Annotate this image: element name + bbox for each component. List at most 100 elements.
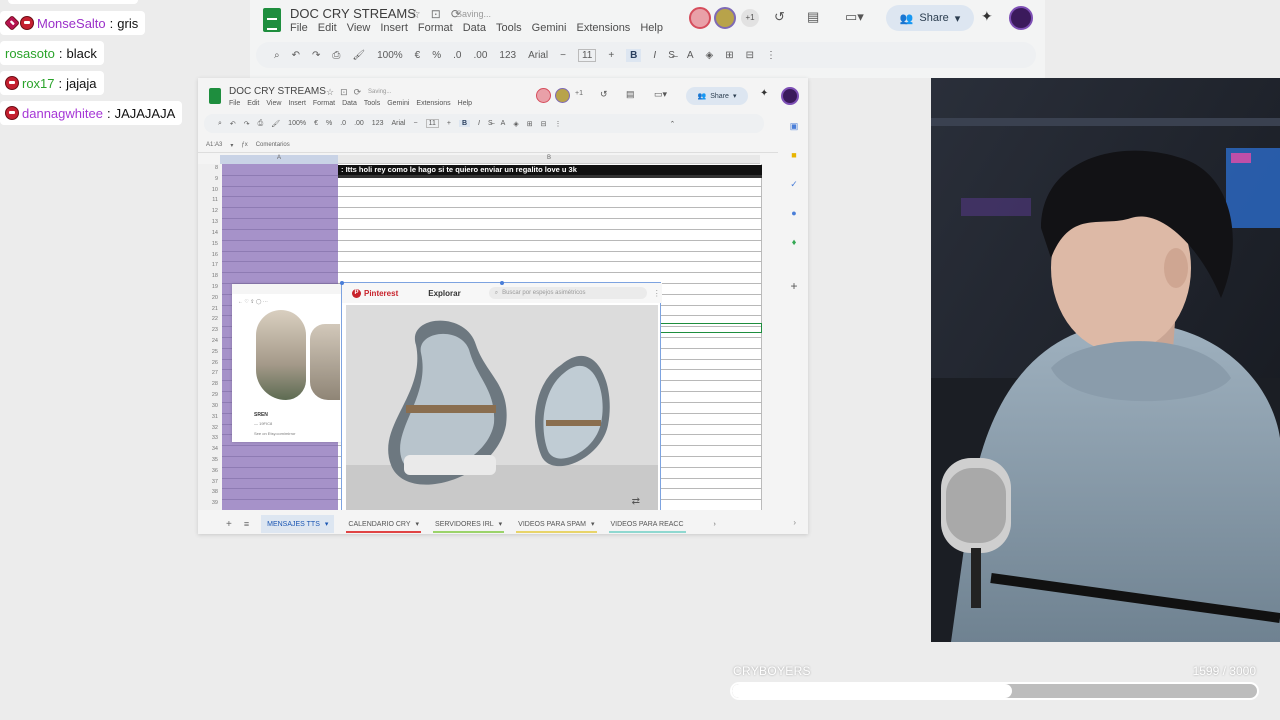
history-icon[interactable]: ↺ (774, 9, 785, 25)
collaborator-avatar[interactable] (536, 88, 551, 103)
star-icon[interactable]: ☆ (326, 87, 334, 98)
row-number[interactable]: 12 (202, 208, 218, 214)
row-number[interactable]: 14 (202, 230, 218, 236)
spreadsheet-grid[interactable]: 8 9 10 11 12 13 14 15 16 17 18 19 20 21 22 23 24 25 26 27 28… (198, 164, 768, 510)
bold-button[interactable]: B (626, 48, 642, 62)
row-number[interactable]: 11 (202, 197, 218, 203)
menu-format[interactable]: Format (418, 22, 453, 34)
menu-edit[interactable]: Edit (318, 22, 337, 34)
decrease-decimal-button[interactable]: .0 (453, 50, 461, 61)
selection-handle[interactable] (340, 281, 344, 285)
menu-extensions[interactable]: Extensions (416, 100, 450, 107)
menu-view[interactable]: View (266, 100, 281, 107)
row-number[interactable]: 27 (202, 370, 218, 376)
collaborator-avatar[interactable] (714, 7, 736, 29)
menu-file[interactable]: File (290, 22, 308, 34)
paint-format-icon[interactable]: 🖌 (352, 50, 365, 61)
fill-color-icon[interactable]: ◈ (513, 120, 518, 128)
comments-icon[interactable]: ▤ (626, 89, 635, 100)
row-number[interactable]: 29 (202, 392, 218, 398)
bold-button[interactable]: B (458, 120, 471, 127)
pinterest-search-input[interactable]: ⌕ Buscar por espejos asimétricos (488, 287, 647, 299)
contacts-icon[interactable]: ● (788, 207, 800, 219)
sheets-logo-icon[interactable] (209, 88, 221, 104)
formula-input[interactable]: Comentarios (256, 142, 290, 148)
row-number[interactable]: 28 (202, 381, 218, 387)
tab-calendario-cry[interactable]: CALENDARIO CRY ▾ (346, 515, 422, 533)
font-size-increase[interactable]: + (447, 120, 451, 127)
menu-tools[interactable]: Tools (364, 100, 380, 107)
row-number[interactable]: 23 (202, 327, 218, 333)
font-select[interactable]: Arial (391, 120, 405, 127)
chat-username[interactable]: rox17 (22, 76, 55, 91)
chat-username[interactable]: rosasoto (5, 46, 55, 61)
selection-handle[interactable] (500, 281, 504, 285)
font-size-decrease[interactable]: − (414, 120, 418, 127)
row-number[interactable]: 16 (202, 252, 218, 258)
profile-avatar[interactable] (781, 87, 799, 105)
menu-edit[interactable]: Edit (247, 100, 259, 107)
currency-button[interactable]: € (415, 50, 421, 61)
add-addon-icon[interactable]: + (788, 280, 800, 292)
borders-icon[interactable]: ⊞ (527, 120, 533, 128)
tab-servidores-irl[interactable]: SERVIDORES IRL ▾ (433, 515, 505, 533)
gemini-icon[interactable]: ✦ (760, 88, 768, 99)
borders-icon[interactable]: ⊞ (725, 50, 733, 61)
meet-icon[interactable]: ▭▾ (654, 89, 667, 100)
pinterest-logo[interactable]: P Pinterest (352, 288, 398, 298)
explore-link[interactable]: Explorar (428, 289, 460, 298)
row-number[interactable]: 30 (202, 403, 218, 409)
card-link[interactable]: See on Etsy.com/mirror (254, 431, 296, 436)
search-icon[interactable]: ⌕ (218, 120, 222, 128)
menu-insert[interactable]: Insert (380, 22, 408, 34)
row-number[interactable]: 18 (202, 273, 218, 279)
document-title[interactable]: DOC CRY STREAMS (229, 86, 326, 97)
embedded-product-card[interactable]: ← ♡ ⇪ ◯ ⋯ SREN — 19FIC8 See on Etsy.com/… (232, 284, 342, 442)
currency-button[interactable]: € (314, 120, 318, 127)
collapse-icon[interactable]: › (793, 518, 796, 527)
maps-icon[interactable]: ♦ (788, 236, 800, 248)
name-box[interactable]: A1:A3 (206, 142, 222, 148)
font-size-decrease[interactable]: − (560, 50, 566, 61)
row-number[interactable]: 35 (202, 457, 218, 463)
chevron-down-icon[interactable]: ▾ (230, 142, 233, 149)
share-button[interactable]: 👥 Share ▾ (686, 87, 748, 105)
row-number[interactable]: 33 (202, 435, 218, 441)
row-number[interactable]: 17 (202, 262, 218, 268)
row-number[interactable]: 20 (202, 295, 218, 301)
share-button[interactable]: 👥 Share ▾ (886, 5, 974, 31)
row-number[interactable]: 26 (202, 360, 218, 366)
tasks-icon[interactable]: ✓ (788, 178, 800, 190)
all-sheets-icon[interactable]: ≡ (244, 519, 249, 529)
column-b-header[interactable]: B (547, 155, 551, 161)
menu-extensions[interactable]: Extensions (577, 22, 631, 34)
keep-icon[interactable]: ■ (788, 149, 800, 161)
menu-help[interactable]: Help (458, 100, 472, 107)
row-number[interactable]: 15 (202, 241, 218, 247)
menu-data[interactable]: Data (342, 100, 357, 107)
tab-mensajes-tts[interactable]: MENSAJES TTS ▾ (261, 515, 335, 533)
row-number[interactable]: 19 (202, 284, 218, 290)
menu-format[interactable]: Format (313, 100, 335, 107)
increase-decimal-button[interactable]: .00 (354, 120, 364, 127)
print-icon[interactable]: ⎙ (332, 50, 340, 61)
meet-icon[interactable]: ▭▾ (845, 9, 864, 25)
tab-videos-para-spam[interactable]: VIDEOS PARA SPAM ▾ (516, 515, 597, 533)
search-icon[interactable]: ⌕ (274, 50, 280, 61)
gemini-icon[interactable]: ✦ (981, 8, 993, 25)
percent-button[interactable]: % (326, 120, 332, 127)
row-number[interactable]: 31 (202, 414, 218, 420)
italic-button[interactable]: I (478, 120, 480, 127)
profile-avatar[interactable] (1009, 6, 1033, 30)
row-number[interactable]: 9 (202, 176, 218, 182)
font-size-input[interactable]: 11 (577, 48, 597, 62)
column-a-header[interactable]: A (277, 155, 281, 161)
tts-message-cell[interactable]: : Itts holi rey como le hago si te quier… (338, 165, 762, 175)
chevron-right-icon[interactable]: › (714, 521, 716, 528)
fill-color-icon[interactable]: ◈ (706, 50, 714, 61)
percent-button[interactable]: % (432, 50, 441, 61)
document-title[interactable]: DOC CRY STREAMS (290, 6, 416, 21)
row-number[interactable]: 25 (202, 349, 218, 355)
collaborator-avatar[interactable] (689, 7, 711, 29)
number-format-button[interactable]: 123 (372, 120, 384, 127)
